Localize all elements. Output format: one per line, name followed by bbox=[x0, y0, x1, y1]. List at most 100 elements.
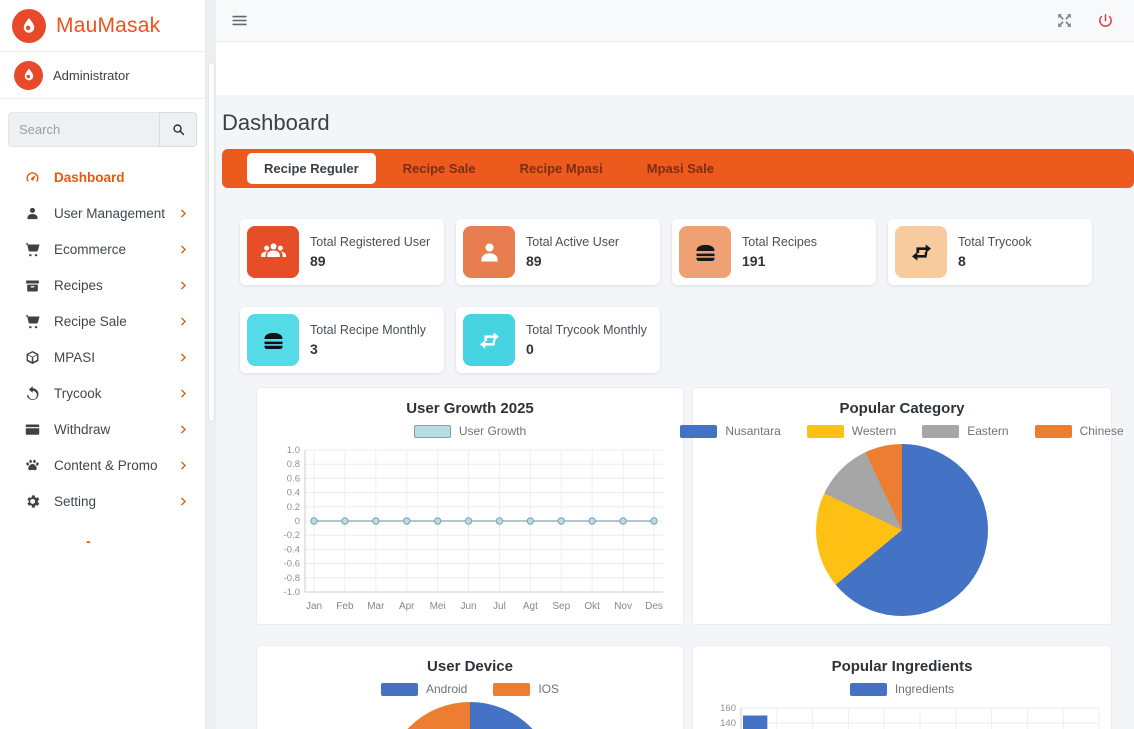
stat-card-label: Total Recipes bbox=[742, 235, 817, 249]
svg-text:Okt: Okt bbox=[584, 601, 600, 612]
svg-text:0.8: 0.8 bbox=[287, 459, 300, 470]
gear-icon bbox=[24, 493, 41, 510]
archive-icon bbox=[24, 277, 41, 294]
legend-item: Chinese bbox=[1035, 424, 1124, 438]
stat-card-value: 8 bbox=[958, 253, 1032, 269]
sidebar-scrollbar[interactable] bbox=[205, 0, 216, 729]
svg-text:-0.4: -0.4 bbox=[284, 544, 300, 555]
power-icon[interactable] bbox=[1097, 12, 1114, 29]
burger-icon bbox=[679, 226, 731, 278]
speedometer-icon bbox=[24, 169, 41, 186]
sidebar: MauMasak Administrator Dashboard User Man… bbox=[0, 0, 205, 729]
sidebar-item-label: Recipes bbox=[54, 278, 103, 293]
stat-card-label: Total Active User bbox=[526, 235, 619, 249]
sidebar-item-recipe-sale[interactable]: Recipe Sale bbox=[0, 303, 205, 339]
stat-card-total-active-user: Total Active User 89 bbox=[456, 219, 660, 285]
topbar-actions bbox=[1056, 12, 1114, 29]
svg-text:Jul: Jul bbox=[493, 601, 506, 612]
popular-category-card: Popular Category NusantaraWesternEastern… bbox=[692, 387, 1112, 625]
tab-mpasi-sale[interactable]: Mpasi Sale bbox=[630, 153, 731, 184]
user-icon bbox=[24, 205, 41, 222]
sidebar-item-mpasi[interactable]: MPASI bbox=[0, 339, 205, 375]
sidebar-item-setting[interactable]: Setting bbox=[0, 483, 205, 519]
sidebar-scrollbar-thumb[interactable] bbox=[208, 62, 215, 422]
sidebar-nav: Dashboard User Management Ecommerce Recipes… bbox=[0, 159, 205, 519]
sidebar-item-content-promo[interactable]: Content & Promo bbox=[0, 447, 205, 483]
app: MauMasak Administrator Dashboard User Man… bbox=[0, 0, 1134, 729]
stat-card-label: Total Trycook Monthly bbox=[526, 323, 647, 337]
user-panel[interactable]: Administrator bbox=[0, 52, 205, 99]
svg-text:1.0: 1.0 bbox=[287, 445, 300, 456]
stat-card-value: 89 bbox=[310, 253, 430, 269]
sidebar-item-trycook[interactable]: Trycook bbox=[0, 375, 205, 411]
drop-icon bbox=[21, 67, 37, 83]
hamburger-icon[interactable] bbox=[230, 11, 250, 31]
white-band bbox=[216, 42, 1134, 95]
sidebar-item-withdraw[interactable]: Withdraw bbox=[0, 411, 205, 447]
stat-card-value: 3 bbox=[310, 341, 426, 357]
legend-item: Nusantara bbox=[680, 424, 780, 438]
sidebar-item-dashboard[interactable]: Dashboard bbox=[0, 159, 205, 195]
repeat-icon bbox=[895, 226, 947, 278]
sidebar-item-ecommerce[interactable]: Ecommerce bbox=[0, 231, 205, 267]
legend-label: Ingredients bbox=[895, 682, 954, 696]
sidebar-item-recipes[interactable]: Recipes bbox=[0, 267, 205, 303]
legend-label: Nusantara bbox=[725, 424, 780, 438]
user-growth-card: User Growth 2025 User Growth 1.00.80.60.… bbox=[256, 387, 684, 625]
drop-icon bbox=[19, 16, 39, 36]
repeat-icon bbox=[463, 314, 515, 366]
svg-text:-0.8: -0.8 bbox=[284, 573, 300, 584]
stat-card-label: Total Trycook bbox=[958, 235, 1032, 249]
sidebar-footer-dash: - bbox=[86, 533, 205, 549]
user-device-card: User Device AndroidIOS bbox=[256, 645, 684, 729]
user-device-legend: Android IOS bbox=[269, 682, 671, 696]
svg-text:Agt: Agt bbox=[523, 601, 538, 612]
user-growth-chart: 1.00.80.60.40.20-0.2-0.4-0.6-0.8-1.0JanF… bbox=[269, 444, 671, 616]
stat-card-total-registered-user: Total Registered User89 bbox=[240, 219, 444, 285]
sidebar-item-label: Setting bbox=[54, 494, 96, 509]
stat-card-value: 89 bbox=[526, 253, 619, 269]
tab-recipe-sale[interactable]: Recipe Sale bbox=[386, 153, 493, 184]
cart-icon bbox=[24, 241, 41, 258]
popular-ingredients-chart: 160140120100806040200 bbox=[705, 702, 1099, 729]
svg-text:Nov: Nov bbox=[614, 601, 632, 612]
legend-swatch bbox=[1035, 425, 1072, 438]
legend-label: Chinese bbox=[1080, 424, 1124, 438]
stat-card-label: Total Recipe Monthly bbox=[310, 323, 426, 337]
user-icon bbox=[463, 226, 515, 278]
sidebar-item-label: User Management bbox=[54, 206, 165, 221]
legend-item: Western bbox=[807, 424, 896, 438]
chevron-right-icon bbox=[178, 352, 189, 363]
tab-recipe-reguler[interactable]: Recipe Reguler bbox=[247, 153, 376, 184]
search-icon bbox=[171, 122, 186, 137]
legend-item: Eastern bbox=[922, 424, 1008, 438]
topbar bbox=[216, 0, 1134, 42]
search-input[interactable] bbox=[8, 112, 159, 147]
legend-label: IOS bbox=[538, 682, 559, 696]
tab-recipe-mpasi[interactable]: Recipe Mpasi bbox=[503, 153, 620, 184]
tab-bar: Recipe Reguler Recipe Sale Recipe Mpasi Mpa… bbox=[222, 149, 1134, 188]
svg-text:-0.6: -0.6 bbox=[284, 559, 300, 570]
legend-swatch bbox=[807, 425, 844, 438]
svg-text:Apr: Apr bbox=[399, 601, 415, 612]
stat-card-total-recipes: Total Recipes 191 bbox=[672, 219, 876, 285]
chevron-right-icon bbox=[178, 460, 189, 471]
svg-text:Sep: Sep bbox=[552, 601, 570, 612]
stat-card-value: 0 bbox=[526, 341, 647, 357]
expand-icon[interactable] bbox=[1056, 12, 1073, 29]
legend-label: Android bbox=[426, 682, 467, 696]
stat-card-value: 191 bbox=[742, 253, 817, 269]
sidebar-item-user-management[interactable]: User Management bbox=[0, 195, 205, 231]
svg-text:-1.0: -1.0 bbox=[284, 587, 300, 598]
users-icon bbox=[247, 226, 299, 278]
chevron-right-icon bbox=[178, 496, 189, 507]
brand-name: MauMasak bbox=[56, 14, 160, 38]
legend-swatch bbox=[414, 425, 451, 438]
brand[interactable]: MauMasak bbox=[0, 0, 205, 52]
burger-icon bbox=[247, 314, 299, 366]
charts-row-2: User Device AndroidIOS Popular Ingredien… bbox=[256, 645, 1134, 729]
hamburger-icon bbox=[230, 11, 249, 30]
search-button[interactable] bbox=[159, 112, 197, 147]
avatar bbox=[14, 61, 43, 90]
svg-text:0.6: 0.6 bbox=[287, 473, 300, 484]
